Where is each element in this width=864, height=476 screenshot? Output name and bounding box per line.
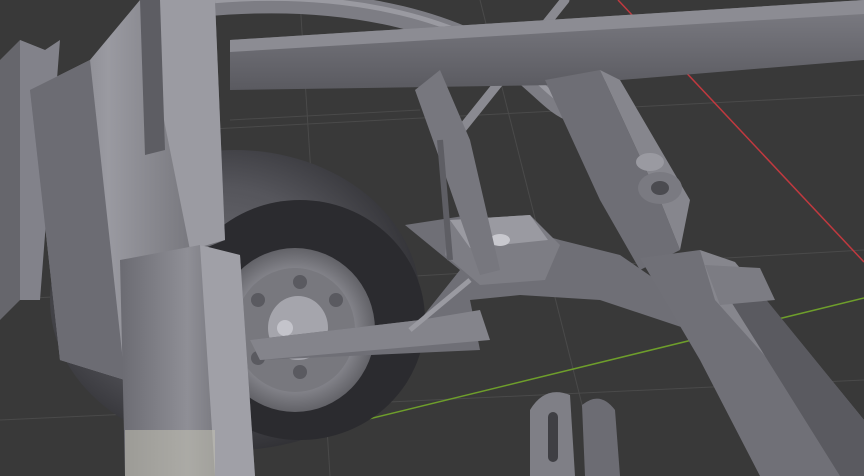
bracket[interactable] <box>530 392 620 476</box>
3d-viewport[interactable] <box>0 0 864 476</box>
scene-render[interactable] <box>0 0 864 476</box>
bolt-small <box>636 153 664 171</box>
